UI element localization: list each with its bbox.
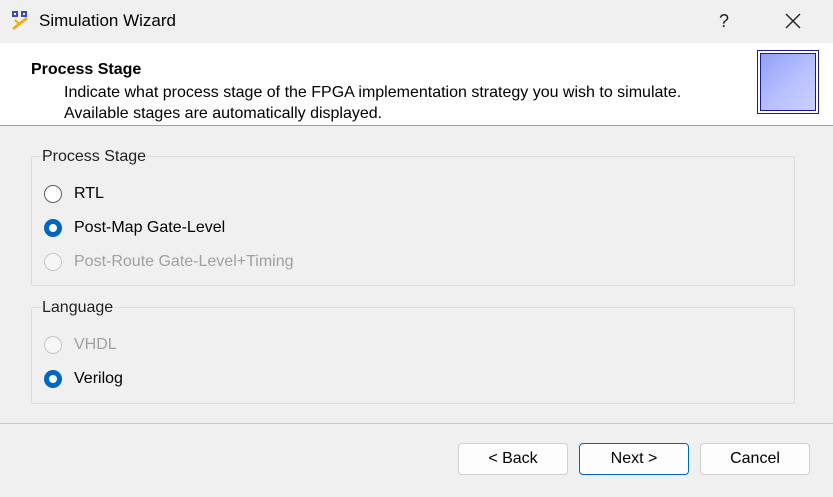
- process-stage-group-label: Process Stage: [41, 148, 148, 166]
- wizard-wand-icon: [12, 11, 28, 31]
- footer-divider: [0, 423, 833, 424]
- radio-button[interactable]: [44, 185, 62, 203]
- description-line-1: Indicate what process stage of the FPGA …: [64, 84, 682, 101]
- page-title: Process Stage: [31, 61, 142, 78]
- close-icon[interactable]: [773, 5, 813, 37]
- radio-vhdl: VHDL: [44, 334, 117, 356]
- radio-button[interactable]: [44, 219, 62, 237]
- page-description: Indicate what process stage of the FPGA …: [64, 82, 681, 124]
- radio-rtl[interactable]: RTL: [44, 183, 104, 205]
- wizard-banner-image: [757, 50, 819, 114]
- window-title: Simulation Wizard: [39, 11, 176, 30]
- radio-verilog[interactable]: Verilog: [44, 368, 123, 390]
- radio-post-map-gate-level[interactable]: Post-Map Gate-Level: [44, 217, 225, 239]
- radio-button: [44, 336, 62, 354]
- language-group-label: Language: [41, 299, 115, 317]
- language-group: [31, 307, 795, 404]
- radio-label: VHDL: [74, 336, 117, 353]
- title-bar: Simulation Wizard ?: [0, 0, 833, 43]
- radio-label: Post-Route Gate-Level+Timing: [74, 253, 294, 270]
- help-button[interactable]: ?: [705, 5, 743, 37]
- description-line-2: Available stages are automatically displ…: [64, 105, 383, 122]
- radio-post-route-gate-level-timing: Post-Route Gate-Level+Timing: [44, 251, 294, 273]
- banner-gradient: [760, 53, 816, 111]
- back-button[interactable]: < Back: [458, 443, 568, 475]
- radio-label: Post-Map Gate-Level: [74, 219, 226, 236]
- radio-label: Verilog: [74, 370, 123, 387]
- cancel-button[interactable]: Cancel: [700, 443, 810, 475]
- radio-label: RTL: [74, 185, 104, 202]
- wizard-header: Process Stage Indicate what process stag…: [0, 43, 833, 126]
- next-button[interactable]: Next >: [579, 443, 689, 475]
- radio-button: [44, 253, 62, 271]
- radio-button[interactable]: [44, 370, 62, 388]
